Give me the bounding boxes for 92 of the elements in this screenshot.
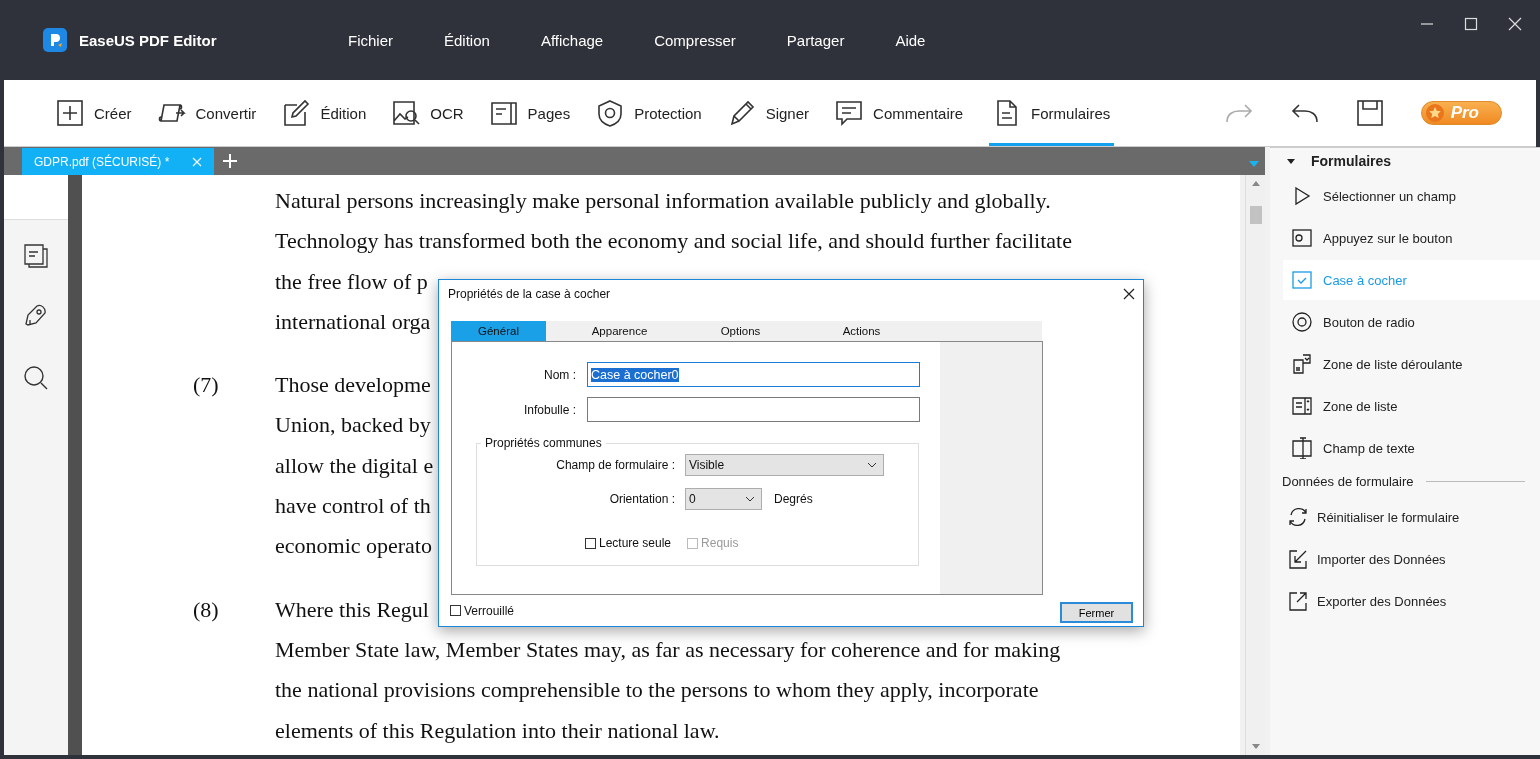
toolbar-tab[interactable]: Pages [489, 80, 571, 146]
toolbar-tab[interactable]: Créer [56, 80, 132, 146]
text-line: Where this Regul [275, 596, 429, 622]
text-line: the national provisions comprehensible to the persons to whom they apply, incorporate [275, 677, 1039, 703]
list-box-icon [1291, 395, 1313, 417]
menu-item[interactable]: Édition [444, 31, 490, 49]
app-title: EaseUS PDF Editor [79, 31, 217, 49]
checkbox-label: Lecture seule [599, 536, 672, 550]
text-line: Union, backed by [275, 412, 431, 438]
menu-item[interactable]: Aide [895, 31, 926, 49]
chevron-down-icon [867, 462, 877, 468]
text-line: have control of th [275, 493, 431, 519]
pages-icon[interactable] [23, 243, 49, 269]
dialog-tab[interactable]: Général [451, 321, 546, 341]
text-line: allow the digital e [275, 452, 434, 478]
toolbar-tab[interactable]: Protection [596, 80, 702, 146]
speech-bubble-icon [835, 99, 864, 127]
export-icon [1287, 590, 1309, 612]
page-lines-icon [489, 99, 518, 127]
new-tab-icon[interactable] [222, 153, 238, 169]
scroll-thumb[interactable] [1249, 206, 1262, 224]
panel-item[interactable]: Sélectionner un champ [1283, 176, 1540, 216]
checkbox[interactable] [585, 537, 596, 549]
name-field[interactable]: Case à cocher0 [587, 362, 920, 387]
close-button[interactable]: Fermer [1060, 602, 1133, 623]
orientation-dropdown[interactable]: 0 [685, 488, 762, 510]
text-line: the free flow of p [275, 268, 428, 294]
field-label: Infobulle : [522, 402, 576, 417]
section-title: Formulaires [1311, 153, 1392, 169]
checkbox-label: Requis [701, 536, 739, 550]
panel-item[interactable]: Importer des Données [1283, 539, 1540, 579]
menu-item[interactable]: Affichage [540, 31, 604, 49]
search-icon[interactable] [23, 365, 49, 391]
text-line: elements of this Regulation into their national law. [275, 717, 720, 743]
plus-square-icon [56, 99, 84, 127]
field-label: Champ de formulaire : [555, 458, 675, 472]
tab-title: GDPR.pdf (SÉCURISÉ) * [34, 154, 170, 169]
panel-item[interactable]: Champ de texte [1283, 428, 1540, 468]
text-line: Natural persons increasingly make personal information available publicly and globally. [275, 188, 1051, 213]
text-field-icon [1291, 437, 1313, 459]
refresh-icon [1287, 506, 1309, 528]
group-title: Propriétés communes [484, 436, 603, 450]
text-line: international orga [275, 308, 431, 334]
menu-item[interactable]: Partager [786, 31, 845, 49]
dropdown-icon [1291, 353, 1313, 375]
scrollbar[interactable] [1245, 175, 1265, 755]
toolbar-tab[interactable]: Signer [727, 80, 810, 146]
panel-item[interactable]: Réinitialiser le formulaire [1283, 497, 1540, 537]
button-icon [1291, 227, 1313, 249]
tooltip-field[interactable] [587, 397, 920, 422]
save-icon[interactable] [1356, 100, 1383, 126]
image-search-icon [392, 99, 421, 127]
checkbox-label: Verrouillé [464, 603, 515, 618]
menu-item[interactable]: Fichier [348, 31, 393, 49]
dialog-title: Propriétés de la case à cocher [448, 287, 611, 301]
scroll-up-icon[interactable] [1251, 181, 1260, 186]
field-label: Orientation : [608, 492, 675, 506]
unit-label: Degrés [774, 492, 813, 506]
panel-item[interactable]: Appuyez sur le bouton [1283, 218, 1540, 258]
toolbar-tab[interactable]: Convertir [157, 80, 257, 146]
toolbar-tab[interactable]: OCR [392, 80, 464, 146]
dialog-tab[interactable]: Apparence [572, 321, 667, 341]
text-line: Technology has transformed both the economy and social life, and should further facilitate [275, 228, 1072, 254]
checkbox-icon [1291, 269, 1313, 291]
toolbar-tab[interactable]: Commentaire [835, 80, 964, 146]
import-icon [1287, 548, 1309, 570]
shield-icon [596, 99, 625, 127]
chevron-down-icon [745, 496, 755, 502]
dialog-tab[interactable]: Options [693, 321, 788, 341]
dialog-tab[interactable]: Actions [814, 321, 909, 341]
panel-item[interactable]: Zone de liste [1283, 386, 1540, 426]
visibility-dropdown[interactable]: Visible [685, 454, 884, 476]
maximize-icon[interactable] [1464, 17, 1478, 31]
text-line: economic operato [275, 533, 432, 559]
close-icon[interactable] [1123, 288, 1135, 300]
app-logo-icon [43, 28, 67, 52]
toolbar-tab[interactable]: Édition [282, 80, 367, 146]
panel-item[interactable]: Bouton de radio [1283, 302, 1540, 342]
collapse-icon[interactable] [1287, 158, 1295, 164]
radio-icon [1291, 311, 1313, 333]
text-line: Member State law, Member States may, as far as necessary for coherence and for making [275, 636, 1061, 662]
menu-item[interactable]: Compresser [654, 31, 736, 49]
field-label: Nom : [543, 367, 576, 382]
scroll-down-icon[interactable] [1251, 744, 1260, 749]
undo-icon[interactable] [1290, 102, 1319, 124]
panel-item[interactable]: Zone de liste déroulante [1283, 344, 1540, 384]
panel-item[interactable]: Exporter des Données [1283, 581, 1540, 621]
checkbox[interactable] [450, 605, 461, 616]
paragraph-number: (7) [193, 372, 219, 398]
paragraph-number: (8) [193, 596, 219, 622]
section-title: Données de formulaire [1282, 474, 1414, 489]
text-line: Those developme [275, 372, 431, 398]
